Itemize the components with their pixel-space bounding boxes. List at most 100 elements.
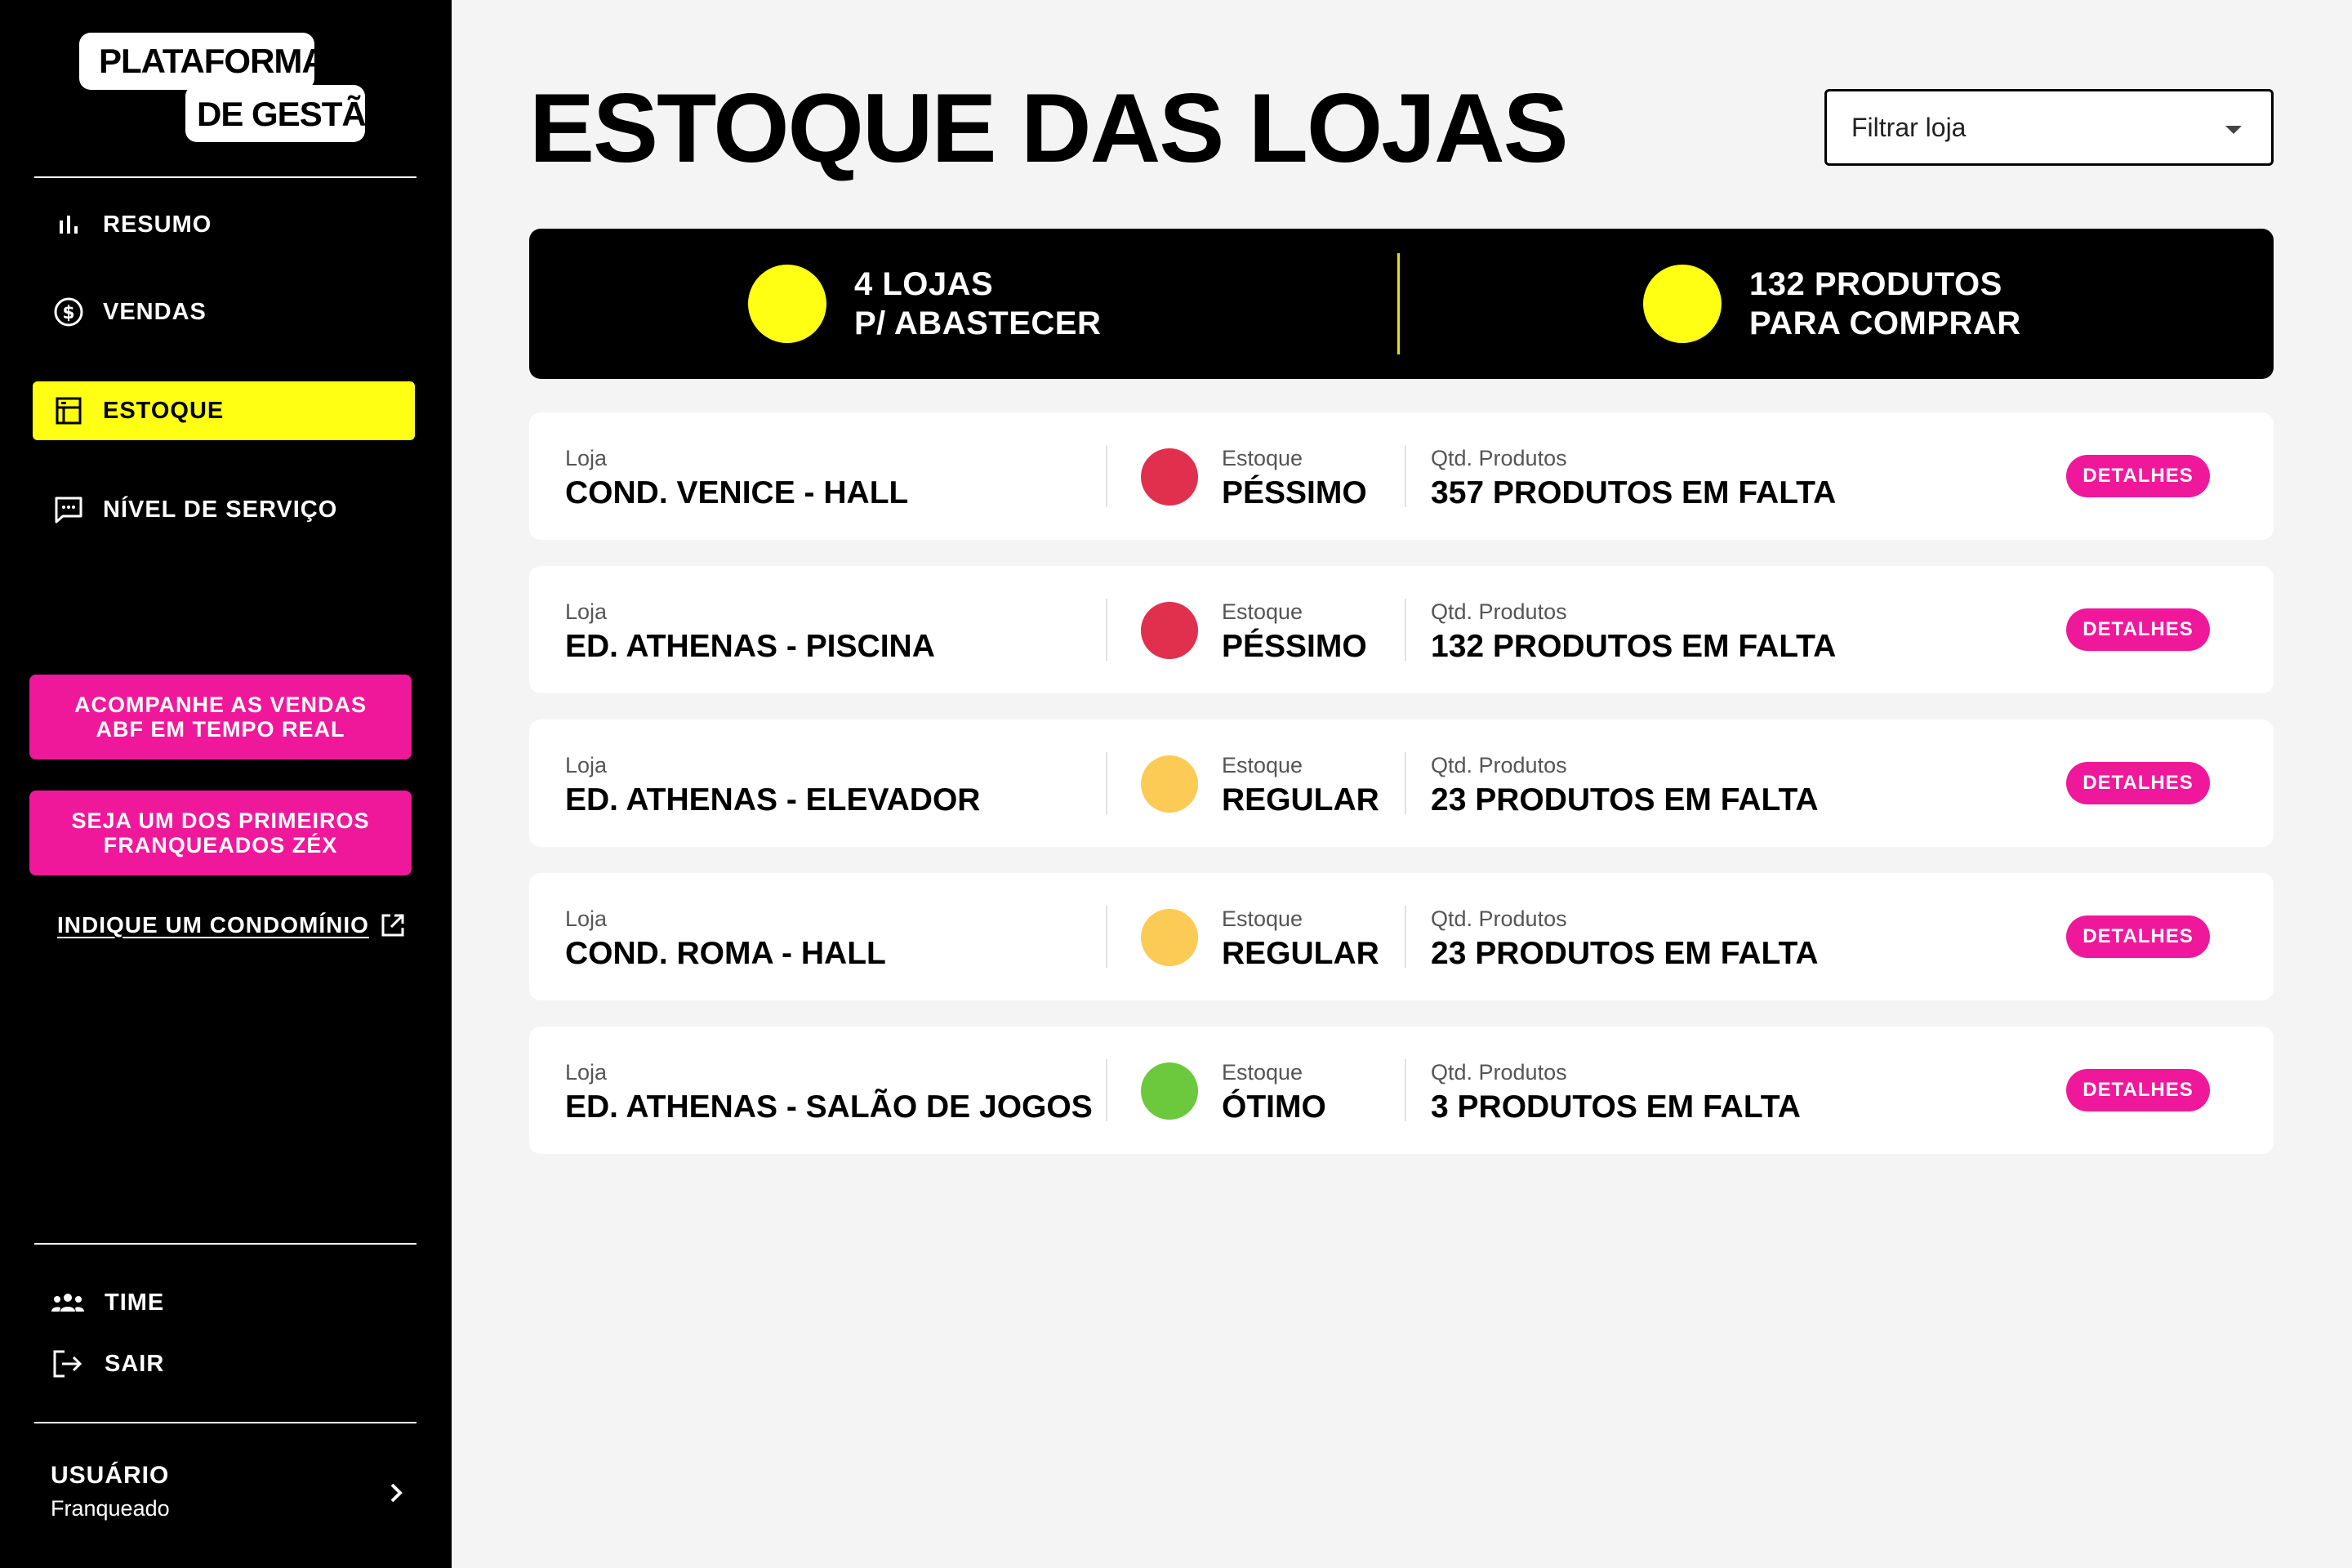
sidebar-item-label: NÍVEL DE SERVIÇO (103, 496, 338, 523)
sidebar-divider (34, 1422, 416, 1423)
estoque-status: REGULAR (1222, 936, 1379, 971)
status-dot (1141, 909, 1198, 966)
dollar-circle-icon: $ (51, 294, 87, 330)
status-dot (1141, 448, 1198, 506)
promo-line-2: ABF EM TEMPO REAL (96, 717, 345, 742)
qtd-value: 357 PRODUTOS EM FALTA (1431, 475, 1837, 510)
summary-line-2: PARA COMPRAR (1749, 305, 2021, 341)
loja-caption: Loja (565, 446, 608, 470)
sidebar-item-label: ESTOQUE (103, 397, 225, 424)
loja-caption: Loja (565, 599, 608, 624)
qtd-caption: Qtd. Produtos (1431, 446, 1567, 470)
sidebar-item-nivel-de-servico[interactable]: NÍVEL DE SERVIÇO (33, 480, 415, 539)
sidebar-item-vendas[interactable]: $ VENDAS (33, 283, 415, 341)
details-button[interactable]: DETALHES (2066, 1069, 2210, 1111)
sidebar-divider (34, 176, 416, 178)
estoque-caption: Estoque (1222, 446, 1303, 470)
team-icon (49, 1284, 87, 1321)
details-button[interactable]: DETALHES (2066, 915, 2210, 958)
promo-franqueados-button[interactable]: SEJA UM DOS PRIMEIROS FRANQUEADOS ZÉX (29, 791, 412, 875)
status-dot (1141, 602, 1198, 659)
card-divider (1106, 906, 1107, 968)
loja-caption: Loja (565, 906, 608, 931)
qtd-value: 23 PRODUTOS EM FALTA (1431, 936, 1819, 971)
promo-line-1: SEJA UM DOS PRIMEIROS (71, 808, 370, 833)
sidebar-item-resumo[interactable]: RESUMO (33, 195, 415, 254)
loja-name: COND. ROMA - HALL (565, 936, 886, 971)
sidebar-item-time[interactable]: TIME (49, 1284, 164, 1321)
loja-name: COND. VENICE - HALL (565, 475, 909, 510)
filter-placeholder: Filtrar loja (1851, 112, 1967, 142)
store-card: Loja ED. ATHENAS - PISCINA Estoque PÉSSIMO… (529, 566, 2274, 693)
card-divider (1405, 599, 1406, 661)
estoque-caption: Estoque (1222, 906, 1303, 931)
store-card: Loja COND. VENICE - HALL Estoque PÉSSIMO Q… (529, 412, 2274, 540)
chat-icon (51, 492, 87, 528)
loja-name: ED. ATHENAS - SALÃO DE JOGOS (565, 1089, 1093, 1125)
bar-chart-icon (51, 207, 87, 243)
status-dot (1141, 1062, 1198, 1120)
logout-icon (49, 1345, 87, 1383)
store-filter-select[interactable]: Filtrar loja (1824, 89, 2274, 166)
summary-line-1: 4 LOJAS (854, 266, 994, 302)
card-divider (1106, 1059, 1107, 1121)
logo-line-2: DE GESTÃO (185, 85, 392, 142)
summary-line-1: 132 PRODUTOS (1749, 266, 2002, 302)
estoque-status: REGULAR (1222, 782, 1379, 817)
sidebar-item-estoque[interactable]: ESTOQUE (33, 381, 415, 440)
svg-text:$: $ (62, 303, 74, 323)
qtd-value: 3 PRODUTOS EM FALTA (1431, 1089, 1801, 1125)
loja-name: ED. ATHENAS - PISCINA (565, 629, 935, 664)
inventory-icon (51, 393, 87, 429)
estoque-status: PÉSSIMO (1222, 475, 1367, 510)
qtd-caption: Qtd. Produtos (1431, 753, 1567, 777)
sidebar-item-label: TIME (105, 1289, 165, 1316)
qtd-value: 132 PRODUTOS EM FALTA (1431, 629, 1837, 664)
store-card: Loja COND. ROMA - HALL Estoque REGULAR Qtd… (529, 873, 2274, 1000)
qtd-value: 23 PRODUTOS EM FALTA (1431, 782, 1819, 817)
page-title: ESTOQUE DAS LOJAS (529, 74, 1569, 183)
details-button[interactable]: DETALHES (2066, 608, 2210, 651)
logo-line-1: PLATAFORMA (79, 33, 327, 90)
promo-line-2: FRANQUEADOS ZÉX (103, 833, 338, 858)
estoque-caption: Estoque (1222, 1060, 1303, 1085)
qtd-caption: Qtd. Produtos (1431, 599, 1567, 624)
promo-abf-button[interactable]: ACOMPANHE AS VENDAS ABF EM TEMPO REAL (29, 675, 412, 760)
summary-line-2: P/ ABASTECER (854, 305, 1102, 341)
loja-caption: Loja (565, 753, 608, 777)
summary-lojas: 4 LOJAS P/ ABASTECER (748, 265, 1101, 343)
summary-banner: 4 LOJAS P/ ABASTECER 132 PRODUTOS PARA C… (529, 229, 2274, 379)
sidebar-divider (34, 1243, 416, 1245)
card-divider (1405, 445, 1406, 507)
sidebar-item-label: RESUMO (103, 211, 212, 238)
store-card: Loja ED. ATHENAS - ELEVADOR Estoque REGULA… (529, 719, 2274, 847)
card-divider (1106, 599, 1107, 661)
details-button[interactable]: DETALHES (2066, 762, 2210, 804)
summary-dot (1643, 265, 1722, 343)
estoque-caption: Estoque (1222, 599, 1303, 624)
qtd-caption: Qtd. Produtos (1431, 1060, 1567, 1085)
details-button[interactable]: DETALHES (2066, 455, 2210, 497)
user-role: Franqueado (51, 1496, 170, 1521)
sidebar-item-sair[interactable]: SAIR (49, 1345, 164, 1383)
card-divider (1106, 752, 1107, 814)
indique-condominio-link[interactable]: INDIQUE UM CONDOMÍNIO (57, 911, 407, 939)
status-dot (1141, 755, 1198, 813)
sidebar: PLATAFORMA DE GESTÃO RESUMO $ VENDAS EST… (0, 0, 452, 1568)
card-divider (1405, 1059, 1406, 1121)
chevron-right-icon[interactable] (384, 1478, 408, 1508)
sidebar-item-label: VENDAS (103, 298, 207, 325)
indique-label: INDIQUE UM CONDOMÍNIO (57, 912, 369, 938)
estoque-status: ÓTIMO (1222, 1089, 1326, 1125)
estoque-caption: Estoque (1222, 753, 1303, 777)
summary-dot (748, 265, 826, 343)
external-link-icon (379, 911, 407, 939)
card-divider (1405, 906, 1406, 968)
user-profile[interactable]: USUÁRIO Franqueado (51, 1462, 170, 1521)
summary-produtos: 132 PRODUTOS PARA COMPRAR (1643, 265, 2021, 343)
loja-name: ED. ATHENAS - ELEVADOR (565, 782, 981, 817)
qtd-caption: Qtd. Produtos (1431, 906, 1567, 931)
dropdown-arrow-icon (2225, 126, 2242, 134)
summary-divider (1397, 253, 1400, 354)
card-divider (1106, 445, 1107, 507)
